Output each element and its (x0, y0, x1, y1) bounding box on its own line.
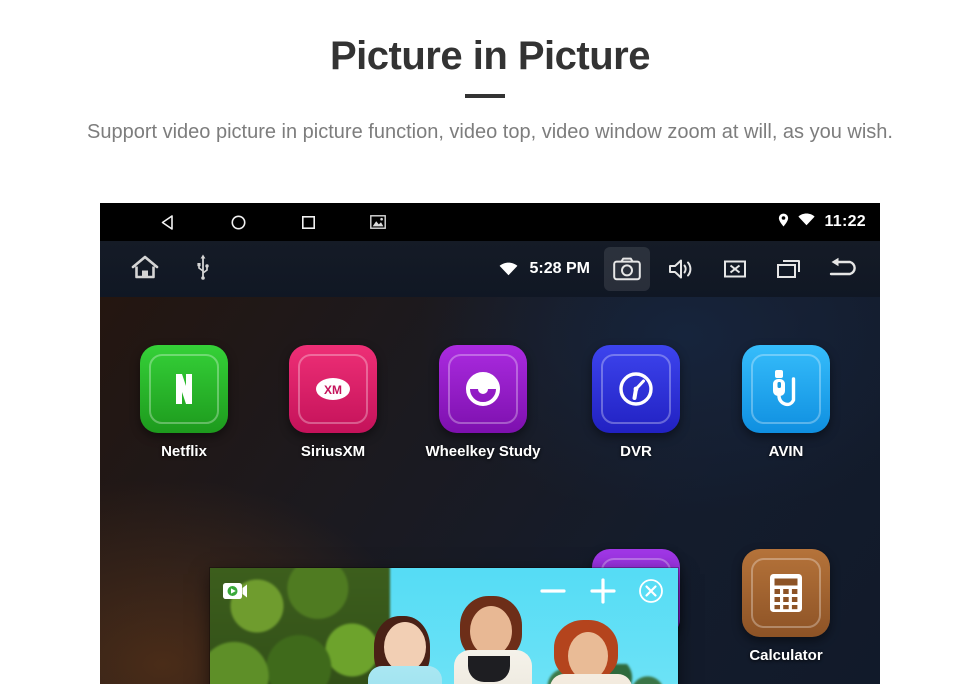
back-nav-icon[interactable] (158, 212, 178, 232)
page-root: Picture in Picture Support video picture… (0, 0, 980, 698)
avin-plug-icon (742, 345, 830, 433)
recents-nav-icon[interactable] (298, 212, 318, 232)
close-box-button[interactable] (712, 247, 758, 291)
home-nav-icon[interactable] (228, 212, 248, 232)
app-label: Netflix (161, 443, 207, 460)
camera-button[interactable] (604, 247, 650, 291)
app-tile-dvr[interactable]: DVR (558, 345, 714, 460)
pip-window-controls (538, 576, 664, 606)
wheelkey-icon (439, 345, 527, 433)
device-screen: 11:22 5:28 PM Netflix XM SiriusXM Wheelk… (100, 203, 880, 684)
pip-zoom-out-button[interactable] (538, 576, 568, 606)
toolbar-right-group: 5:28 PM (499, 247, 866, 291)
toolbar-left-group (130, 254, 210, 285)
app-tile-netflix[interactable]: Netflix (106, 345, 262, 460)
siriusxm-icon: XM (289, 345, 377, 433)
toolbar-wifi-icon (499, 262, 518, 276)
pip-zoom-in-button[interactable] (588, 576, 618, 606)
svg-text:XM: XM (324, 383, 342, 397)
system-toolbar: 5:28 PM (100, 241, 880, 297)
title-divider (465, 94, 505, 98)
volume-button[interactable] (658, 247, 704, 291)
netflix-icon (140, 345, 228, 433)
status-clock: 11:22 (824, 213, 866, 230)
app-label: DVR (620, 443, 652, 460)
navigation-keys (158, 212, 388, 232)
recent-apps-button[interactable] (766, 247, 812, 291)
page-subtitle: Support video picture in picture functio… (87, 121, 893, 143)
calculator-icon (742, 549, 830, 637)
video-camera-icon[interactable] (222, 580, 248, 602)
app-label: AVIN (768, 443, 804, 460)
back-button[interactable] (820, 247, 866, 291)
app-tile-siriusxm[interactable]: XM SiriusXM (255, 345, 411, 460)
home-icon[interactable] (130, 254, 160, 285)
usb-icon[interactable] (196, 254, 210, 285)
location-pin-icon (778, 213, 789, 232)
toolbar-clock: 5:28 PM (529, 260, 590, 277)
app-label: Calculator (749, 647, 823, 664)
app-label: Wheelkey Study (425, 443, 541, 460)
wifi-icon (798, 213, 816, 231)
status-bar-right: 11:22 (778, 203, 866, 241)
app-label: SiriusXM (300, 443, 366, 460)
page-title: Picture in Picture (330, 34, 650, 78)
video-person (528, 608, 658, 684)
screenshot-nav-icon[interactable] (368, 212, 388, 232)
app-tile-wheelkey-study[interactable]: Wheelkey Study (405, 345, 561, 460)
dvr-gauge-icon (592, 345, 680, 433)
pip-close-button[interactable] (638, 578, 664, 604)
app-tile-calculator[interactable]: Calculator (708, 549, 864, 664)
android-status-bar: 11:22 (100, 203, 880, 241)
app-tile-avin[interactable]: AVIN (708, 345, 864, 460)
pip-window[interactable]: seicane (210, 568, 678, 684)
